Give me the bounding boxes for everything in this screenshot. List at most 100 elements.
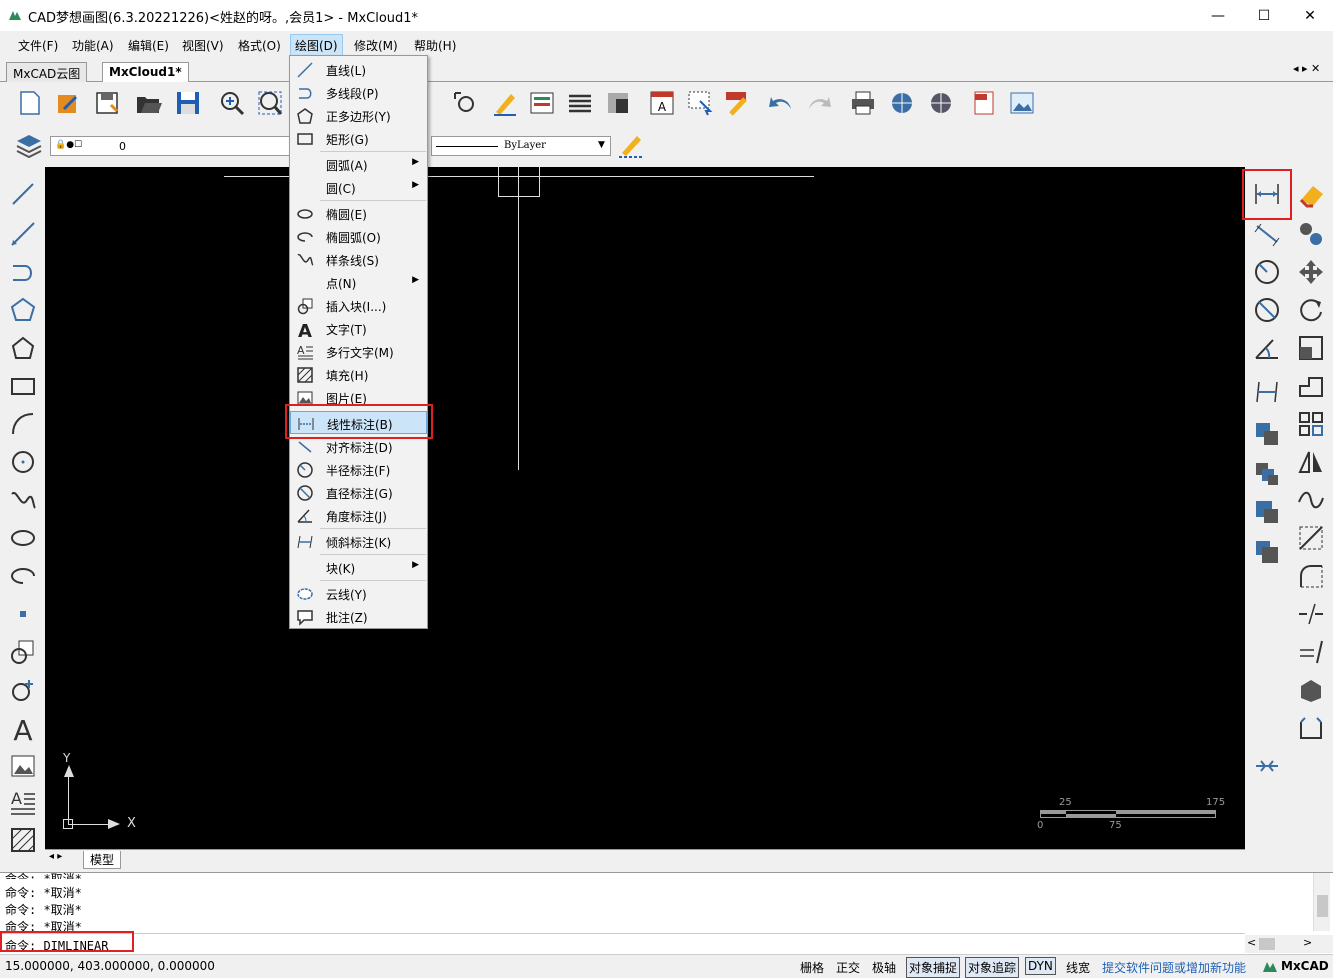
layer-table-icon[interactable]: [527, 88, 557, 118]
tab-mxcloud1[interactable]: MxCloud1*: [102, 62, 189, 82]
circle-icon[interactable]: [8, 447, 38, 477]
menu-item-point[interactable]: 点(N) ▶: [290, 271, 427, 294]
rectangle-icon[interactable]: [8, 371, 38, 401]
toggle-osnap[interactable]: 对象捕捉: [906, 957, 961, 978]
web-globe-icon[interactable]: [926, 88, 956, 118]
linetype-select[interactable]: ByLayer ▼: [431, 136, 611, 156]
extend-icon[interactable]: [1296, 637, 1326, 667]
image-icon[interactable]: [8, 751, 38, 781]
mirror-icon[interactable]: [1296, 447, 1326, 477]
export-pdf-icon[interactable]: [969, 88, 999, 118]
menu-modify[interactable]: 修改(M): [350, 36, 402, 55]
menu-item-revcloud[interactable]: 云线(Y): [290, 582, 427, 605]
hatch-icon[interactable]: [8, 825, 38, 855]
print-icon[interactable]: [848, 88, 878, 118]
arc-icon[interactable]: [8, 409, 38, 439]
bring-front-icon[interactable]: [1252, 497, 1282, 527]
menu-item-mtext[interactable]: A 多行文字(M): [290, 340, 427, 363]
point-icon[interactable]: [8, 599, 38, 629]
maximize-button[interactable]: ☐: [1241, 0, 1287, 31]
line-icon[interactable]: [8, 179, 38, 209]
dim-oblique-icon[interactable]: [1252, 377, 1282, 407]
dim-aligned-icon[interactable]: [1252, 219, 1282, 249]
menu-item-hatch[interactable]: 填充(H): [290, 363, 427, 386]
menu-format[interactable]: 格式(O): [234, 36, 285, 55]
command-hscroll[interactable]: < >: [1245, 935, 1333, 953]
layer-select[interactable]: 🔒●☐ 0: [50, 136, 295, 156]
command-input-row[interactable]: 命令: DIMLINEAR: [0, 933, 1245, 954]
close-button[interactable]: ✕: [1287, 0, 1333, 31]
drawing-canvas[interactable]: Y X 25 175 0 75: [45, 167, 1245, 849]
mtext-icon[interactable]: A: [8, 787, 38, 817]
menu-help[interactable]: 帮助(H): [410, 36, 460, 55]
tab-nav-controls[interactable]: ◂ ▸ ✕: [1293, 62, 1320, 75]
send-back-icon[interactable]: [1252, 537, 1282, 567]
web-publish-icon[interactable]: [887, 88, 917, 118]
ellipse-icon[interactable]: [8, 523, 38, 553]
fillet-icon[interactable]: [1296, 561, 1326, 591]
feedback-link[interactable]: 提交软件问题或增加新功能: [1102, 959, 1246, 976]
scroll-right-icon[interactable]: >: [1303, 936, 1312, 949]
menu-item-line[interactable]: 直线(L): [290, 58, 427, 81]
menu-item-block[interactable]: 块(K) ▶: [290, 556, 427, 579]
insert-block-icon[interactable]: [8, 637, 38, 667]
open-folder-icon[interactable]: [134, 88, 164, 118]
layout-nav-arrows[interactable]: ◂ ▸: [49, 851, 62, 862]
list-properties-icon[interactable]: [565, 88, 595, 118]
pencil-edit-icon[interactable]: [490, 88, 520, 118]
save-icon[interactable]: [173, 88, 203, 118]
stretch-icon[interactable]: [1296, 371, 1326, 401]
dim-radius-icon[interactable]: [1252, 257, 1282, 287]
polyline-icon[interactable]: [8, 257, 38, 287]
open-cloud-icon[interactable]: [53, 88, 83, 118]
polygon-icon[interactable]: [8, 295, 38, 325]
toggle-otrack[interactable]: 对象追踪: [965, 957, 1020, 978]
copy-object-icon[interactable]: [1296, 219, 1326, 249]
redo-icon[interactable]: [804, 88, 834, 118]
zoom-extents-icon[interactable]: [255, 88, 285, 118]
menu-item-dim-diameter[interactable]: 直径标注(G): [290, 481, 427, 504]
menu-edit[interactable]: 编辑(E): [124, 36, 173, 55]
insert-image-icon[interactable]: [1007, 88, 1037, 118]
menu-item-polyline[interactable]: 多线段(P): [290, 81, 427, 104]
save-as-icon[interactable]: [92, 88, 122, 118]
select-cursor-icon[interactable]: [685, 88, 715, 118]
dim-angle-icon[interactable]: [1252, 333, 1282, 363]
menu-item-dim-radius[interactable]: 半径标注(F): [290, 458, 427, 481]
join-icon[interactable]: [1252, 751, 1282, 781]
undo-icon[interactable]: [766, 88, 796, 118]
xline-icon[interactable]: [8, 219, 38, 249]
array-icon[interactable]: [1296, 409, 1326, 439]
menu-view[interactable]: 视图(V): [178, 36, 228, 55]
trim-icon[interactable]: [1296, 523, 1326, 553]
offset-icon[interactable]: [1296, 485, 1326, 515]
ellipse-arc-icon[interactable]: [8, 561, 38, 591]
minimize-button[interactable]: —: [1195, 0, 1241, 31]
menu-function[interactable]: 功能(A): [68, 36, 118, 55]
scale-icon[interactable]: [1296, 333, 1326, 363]
draw-order-icon[interactable]: [1252, 459, 1282, 489]
zoom-window-icon[interactable]: [217, 88, 247, 118]
menu-item-circle[interactable]: 圆(C) ▶: [290, 176, 427, 199]
menu-item-dim-oblique[interactable]: 倾斜标注(K): [290, 530, 427, 553]
spline-icon[interactable]: [8, 485, 38, 515]
scroll-left-icon[interactable]: <: [1247, 936, 1256, 949]
tab-model[interactable]: 模型: [83, 851, 122, 869]
layer-manager-icon[interactable]: [14, 130, 44, 160]
tab-mxcad-cloud[interactable]: MxCAD云图: [6, 62, 88, 82]
menu-file[interactable]: 文件(F): [14, 36, 62, 55]
make-block-icon[interactable]: [8, 675, 38, 705]
pentagon-icon[interactable]: [8, 333, 38, 363]
match-properties-icon[interactable]: [722, 88, 752, 118]
menu-item-spline[interactable]: 样条线(S): [290, 248, 427, 271]
command-scrollbar[interactable]: [1313, 873, 1330, 931]
menu-draw[interactable]: 绘图(D): [290, 34, 343, 57]
toggle-grid[interactable]: 栅格: [800, 959, 824, 976]
linetype-pencil-icon[interactable]: [616, 130, 646, 160]
toggle-dyn[interactable]: DYN: [1025, 957, 1056, 975]
menu-item-polygon[interactable]: 正多边形(Y): [290, 104, 427, 127]
explode-3d-icon[interactable]: [1296, 675, 1326, 705]
copy-icon[interactable]: [1252, 419, 1282, 449]
properties-panel-icon[interactable]: [603, 88, 633, 118]
menu-item-text[interactable]: A 文字(T): [290, 317, 427, 340]
